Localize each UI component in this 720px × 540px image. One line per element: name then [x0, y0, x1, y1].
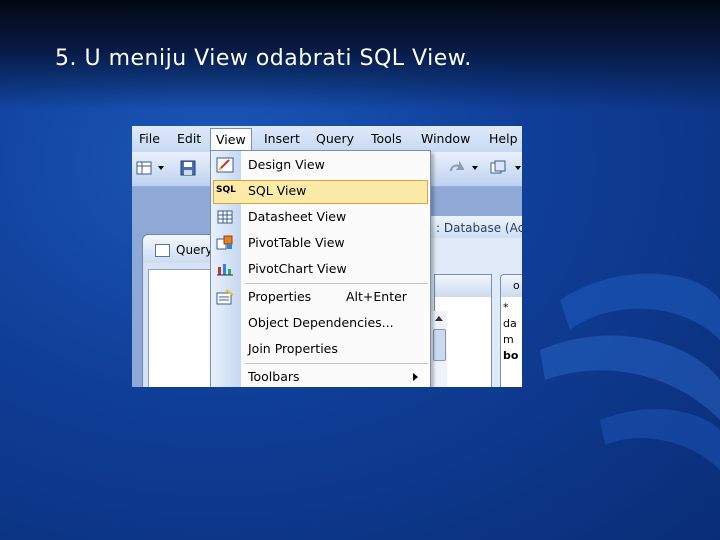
redo-icon[interactable]	[448, 160, 464, 176]
database-window-title-bar[interactable]: : Database (Acc	[428, 216, 522, 239]
menu-tools[interactable]: Tools	[366, 129, 407, 149]
menu-item-label: PivotChart View	[248, 261, 347, 276]
chevron-down-icon[interactable]	[515, 166, 521, 170]
submenu-arrow-icon	[413, 373, 418, 381]
menu-item-label: Toolbars	[248, 369, 300, 384]
menu-item-toolbars[interactable]: Toolbars	[211, 365, 430, 387]
menu-item-label: Object Dependencies...	[248, 315, 394, 330]
menu-item-label: Design View	[248, 157, 325, 172]
table-field-list-header: o	[501, 275, 522, 297]
menu-item-label: PivotTable View	[248, 235, 345, 250]
menu-file[interactable]: File	[134, 129, 165, 149]
pivotchart-icon	[217, 264, 233, 276]
menu-item-properties[interactable]: Properties Alt+Enter	[211, 285, 430, 309]
datasheet-icon	[217, 210, 233, 224]
menu-highlight	[213, 180, 428, 204]
menu-item-label: Properties	[248, 289, 312, 304]
menu-item-label: Join Properties	[248, 341, 338, 356]
design-view-icon	[216, 157, 234, 173]
view-menu-dropdown: Design View SQL SQL View Datasheet View	[210, 150, 431, 387]
menu-insert[interactable]: Insert	[259, 129, 305, 149]
table-field[interactable]: m	[503, 333, 514, 346]
chevron-down-icon[interactable]	[158, 166, 164, 170]
menu-item-object-dependencies[interactable]: Object Dependencies...	[211, 311, 430, 335]
slide-title: 5. U meniju View odabrati SQL View.	[55, 46, 472, 71]
menu-edit[interactable]: Edit	[172, 129, 206, 149]
menu-item-pivotchart-view[interactable]: PivotChart View	[211, 257, 430, 281]
table-field[interactable]: *	[503, 301, 509, 314]
menu-help[interactable]: Help	[484, 129, 522, 149]
table-field[interactable]: da	[503, 317, 517, 330]
menu-item-pivottable-view[interactable]: PivotTable View	[211, 231, 430, 255]
menu-separator	[245, 283, 428, 284]
menu-item-design-view[interactable]: Design View	[211, 153, 430, 177]
new-object-icon[interactable]	[490, 160, 506, 176]
menu-window[interactable]: Window	[416, 129, 475, 149]
properties-icon	[216, 289, 234, 305]
field-list-header	[435, 275, 491, 297]
menu-query[interactable]: Query	[311, 129, 359, 149]
table-field[interactable]: bo	[503, 349, 518, 362]
scroll-up-icon[interactable]	[435, 316, 443, 321]
scrollbar[interactable]	[430, 311, 447, 387]
access-screenshot: File Edit View Insert Query Tools Window…	[132, 126, 522, 387]
menu-item-sql-view[interactable]: SQL SQL View	[211, 179, 430, 204]
pivottable-icon	[216, 235, 233, 250]
menu-item-shortcut: Alt+Enter	[346, 289, 407, 304]
query-window-icon	[155, 244, 170, 257]
menu-view[interactable]: View	[210, 128, 252, 151]
table-field-list[interactable]: o * da m bo	[500, 274, 522, 387]
table-view-icon[interactable]	[136, 160, 152, 176]
query-window-title: Query	[176, 243, 213, 257]
scroll-thumb[interactable]	[433, 329, 446, 361]
database-window-title: : Database (Acc	[436, 221, 522, 235]
menu-bar: File Edit View Insert Query Tools Window…	[132, 126, 522, 152]
sql-view-icon: SQL	[216, 185, 236, 195]
menu-separator	[245, 363, 428, 364]
menu-item-label: SQL View	[248, 183, 307, 198]
menu-item-join-properties[interactable]: Join Properties	[211, 337, 430, 361]
save-icon[interactable]	[180, 160, 196, 176]
menu-item-datasheet-view[interactable]: Datasheet View	[211, 205, 430, 229]
menu-item-label: Datasheet View	[248, 209, 347, 224]
chevron-down-icon[interactable]	[472, 166, 478, 170]
table-name: o	[513, 279, 520, 292]
